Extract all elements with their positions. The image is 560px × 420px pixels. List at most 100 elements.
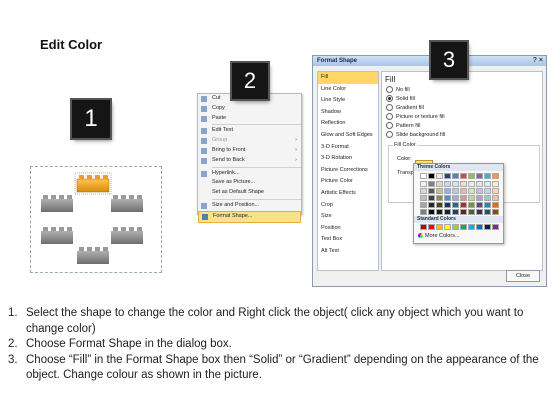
color-swatch[interactable] xyxy=(452,209,459,215)
color-swatch[interactable] xyxy=(452,188,459,194)
fill-option[interactable]: Gradient fill xyxy=(386,104,424,111)
menu-item[interactable]: Hyperlink... xyxy=(198,169,301,179)
category-item[interactable]: 3-D Format xyxy=(318,142,378,154)
menu-item[interactable]: Group › xyxy=(198,136,301,146)
color-swatch[interactable] xyxy=(484,202,491,208)
color-swatch[interactable] xyxy=(484,224,491,230)
color-swatch[interactable] xyxy=(460,209,467,215)
color-swatch[interactable] xyxy=(484,209,491,215)
color-swatch[interactable] xyxy=(476,224,483,230)
category-item[interactable]: Glow and Soft Edges xyxy=(318,130,378,142)
color-swatch[interactable] xyxy=(436,188,443,194)
brick-lower-right[interactable] xyxy=(111,227,143,244)
color-swatch[interactable] xyxy=(460,224,467,230)
color-swatch[interactable] xyxy=(452,173,459,179)
color-swatch[interactable] xyxy=(460,173,467,179)
color-swatch[interactable] xyxy=(460,181,467,187)
radio-button[interactable] xyxy=(386,104,393,111)
color-swatch[interactable] xyxy=(492,209,499,215)
dialog-close-icon[interactable]: ? × xyxy=(533,56,543,66)
category-item[interactable]: Shadow xyxy=(318,107,378,119)
color-swatch[interactable] xyxy=(492,224,499,230)
brick-diagram[interactable] xyxy=(30,166,162,273)
color-swatch[interactable] xyxy=(444,181,451,187)
color-swatch[interactable] xyxy=(468,173,475,179)
dialog-title-bar[interactable]: Format Shape ? × xyxy=(313,56,546,66)
color-swatch[interactable] xyxy=(420,224,427,230)
category-item[interactable]: Crop xyxy=(318,200,378,212)
color-swatch[interactable] xyxy=(484,188,491,194)
color-swatch[interactable] xyxy=(428,224,435,230)
color-swatch[interactable] xyxy=(436,209,443,215)
color-swatch[interactable] xyxy=(484,181,491,187)
color-swatch[interactable] xyxy=(468,224,475,230)
color-swatch[interactable] xyxy=(468,195,475,201)
color-swatch[interactable] xyxy=(484,195,491,201)
color-swatch[interactable] xyxy=(460,202,467,208)
category-item[interactable]: Artistic Effects xyxy=(318,188,378,200)
color-swatch[interactable] xyxy=(476,195,483,201)
menu-item[interactable]: Send to Back › xyxy=(198,156,301,166)
menu-item[interactable]: Set as Default Shape xyxy=(198,188,301,198)
menu-item[interactable]: Size and Position... xyxy=(198,201,301,211)
fill-option[interactable]: Solid fill xyxy=(386,95,415,102)
category-item[interactable]: Alt Text xyxy=(318,246,378,258)
fill-option[interactable]: No fill xyxy=(386,86,410,93)
brick-bottom[interactable] xyxy=(77,247,109,264)
color-swatch[interactable] xyxy=(468,209,475,215)
color-swatch[interactable] xyxy=(444,202,451,208)
color-swatch[interactable] xyxy=(468,202,475,208)
color-swatch[interactable] xyxy=(444,173,451,179)
menu-item[interactable]: Paste xyxy=(198,114,301,124)
color-swatch[interactable] xyxy=(492,188,499,194)
color-swatch[interactable] xyxy=(420,209,427,215)
color-swatch[interactable] xyxy=(476,181,483,187)
color-swatch[interactable] xyxy=(452,181,459,187)
color-swatch[interactable] xyxy=(492,202,499,208)
color-swatch[interactable] xyxy=(436,195,443,201)
menu-item[interactable]: Bring to Front › xyxy=(198,146,301,156)
color-swatch[interactable] xyxy=(420,173,427,179)
color-swatch[interactable] xyxy=(428,173,435,179)
category-item[interactable]: Picture Color xyxy=(318,176,378,188)
color-swatch[interactable] xyxy=(428,195,435,201)
category-item[interactable]: Fill xyxy=(318,72,378,84)
menu-item[interactable]: Copy xyxy=(198,104,301,114)
color-swatch[interactable] xyxy=(444,195,451,201)
color-swatch[interactable] xyxy=(476,188,483,194)
color-swatch[interactable] xyxy=(492,173,499,179)
color-swatch[interactable] xyxy=(428,181,435,187)
more-colors-link[interactable]: More Colors... xyxy=(418,233,460,239)
color-swatch[interactable] xyxy=(468,188,475,194)
color-swatch[interactable] xyxy=(436,224,443,230)
fill-option[interactable]: Slide background fill xyxy=(386,131,445,138)
radio-button[interactable] xyxy=(386,131,393,138)
color-swatch[interactable] xyxy=(420,195,427,201)
color-swatch[interactable] xyxy=(436,173,443,179)
color-swatch[interactable] xyxy=(444,188,451,194)
color-swatch[interactable] xyxy=(436,181,443,187)
color-swatch[interactable] xyxy=(476,202,483,208)
menu-item[interactable]: Edit Text xyxy=(198,126,301,136)
color-swatch[interactable] xyxy=(452,195,459,201)
color-swatch[interactable] xyxy=(476,173,483,179)
menu-item[interactable]: Save as Picture... xyxy=(198,178,301,188)
brick-lower-left[interactable] xyxy=(41,227,73,244)
fill-option[interactable]: Picture or texture fill xyxy=(386,113,445,120)
color-swatch[interactable] xyxy=(428,202,435,208)
fill-option[interactable]: Pattern fill xyxy=(386,122,420,129)
radio-button[interactable] xyxy=(386,95,393,102)
color-swatch[interactable] xyxy=(428,209,435,215)
color-swatch[interactable] xyxy=(460,195,467,201)
color-swatch[interactable] xyxy=(420,202,427,208)
color-swatch[interactable] xyxy=(492,195,499,201)
color-swatch[interactable] xyxy=(460,188,467,194)
category-item[interactable]: Text Box xyxy=(318,234,378,246)
category-item[interactable]: Line Color xyxy=(318,84,378,96)
category-item[interactable]: 3-D Rotation xyxy=(318,153,378,165)
color-swatch[interactable] xyxy=(468,181,475,187)
color-swatch[interactable] xyxy=(492,181,499,187)
category-item[interactable]: Size xyxy=(318,211,378,223)
category-item[interactable]: Line Style xyxy=(318,95,378,107)
color-swatch[interactable] xyxy=(452,202,459,208)
